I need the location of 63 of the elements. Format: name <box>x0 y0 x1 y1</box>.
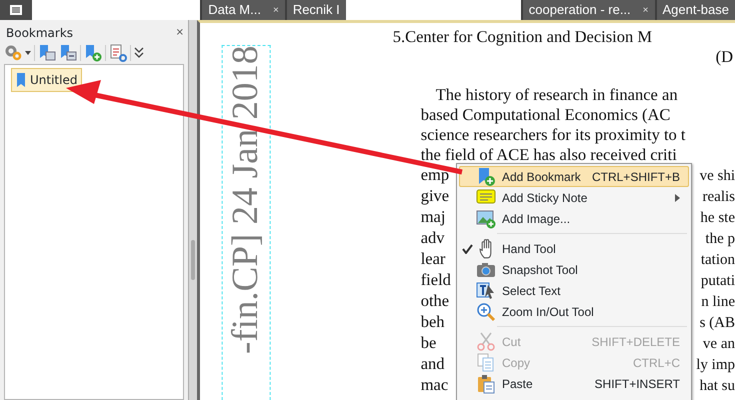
body-text: give <box>420 186 450 206</box>
image-plus-icon <box>476 208 496 228</box>
copy-icon <box>476 352 496 372</box>
close-icon[interactable]: × <box>642 2 648 18</box>
heading-text: 5.Center for Cognition and Decision M <box>392 27 654 47</box>
body-text: based Computational Economics (AC <box>420 105 670 125</box>
body-text: adv <box>420 228 445 248</box>
bookmark-item[interactable]: Untitled <box>11 68 82 92</box>
menu-item[interactable]: Zoom In/Out Tool <box>459 301 689 322</box>
panel-title: Bookmarks <box>6 25 74 42</box>
body-text: and <box>420 354 445 374</box>
body-text: be <box>420 333 436 353</box>
scissors-icon <box>476 332 496 352</box>
chevron-double-down-icon[interactable] <box>134 47 144 59</box>
file-tab[interactable]: Agent-base <box>656 0 735 20</box>
body-text: ly imp <box>696 356 735 375</box>
arxiv-stamp: -fin.CP] 24 Jan 2018 <box>222 45 271 400</box>
file-tab[interactable]: Recnik I <box>286 0 346 20</box>
menu-item[interactable]: Add Sticky Note <box>459 187 689 208</box>
splitter-handle[interactable] <box>188 20 197 400</box>
body-text: othe <box>420 291 450 311</box>
menu-icon[interactable] <box>8 4 23 16</box>
menu-item[interactable]: Select Text <box>459 280 689 301</box>
body-text: the p <box>705 230 735 249</box>
list-gear-icon[interactable] <box>109 44 127 62</box>
body-text: s (AB <box>700 314 735 333</box>
body-text: lear <box>420 249 446 269</box>
menu-item[interactable]: Add Bookmark CTRL+SHIFT+B <box>459 166 689 187</box>
bookmark-stack-icon[interactable] <box>59 44 77 62</box>
menu-item[interactable]: Paste SHIFT+INSERT <box>459 373 689 394</box>
bookmark-stack-icon[interactable] <box>38 44 56 62</box>
body-text: ve shi <box>700 167 735 186</box>
bookmark-icon <box>16 73 26 87</box>
caret-icon[interactable] <box>25 51 31 55</box>
magnifier-plus-icon <box>476 302 496 322</box>
body-text: n line <box>701 293 735 312</box>
body-text: science researchers for its proximity to t <box>420 125 686 145</box>
body-text: field <box>420 270 451 290</box>
heading-text: (D <box>714 47 734 67</box>
body-text: the field of ACE has also received criti <box>420 145 677 165</box>
bookmark-plus-icon <box>476 166 496 186</box>
clipboard-icon <box>476 374 496 394</box>
menu-item[interactable]: Add Image... <box>459 208 689 229</box>
body-text: hat su <box>700 377 735 396</box>
close-button[interactable]: × <box>176 28 184 38</box>
body-text: mac <box>420 375 448 395</box>
body-text: tation <box>700 251 735 270</box>
body-text: ve an <box>702 335 735 354</box>
body-text: maj <box>420 207 446 227</box>
bookmark-plus-icon[interactable] <box>84 44 102 62</box>
file-tab[interactable]: Data M... × <box>202 0 285 20</box>
hand-icon <box>478 238 494 258</box>
menu-item[interactable]: Hand Tool <box>459 238 689 259</box>
body-text: realis <box>702 188 735 207</box>
close-icon[interactable]: × <box>272 2 279 18</box>
text-cursor-icon <box>476 280 496 300</box>
menu-item[interactable]: Snapshot Tool <box>459 259 689 280</box>
file-tab[interactable]: cooperation - re... × <box>522 0 654 20</box>
body-text: The history of research in finance an <box>436 85 678 105</box>
body-text: emp <box>420 165 450 185</box>
body-text: he ste <box>700 209 735 228</box>
body-text: putati <box>700 272 735 291</box>
body-text: beh <box>420 312 445 332</box>
